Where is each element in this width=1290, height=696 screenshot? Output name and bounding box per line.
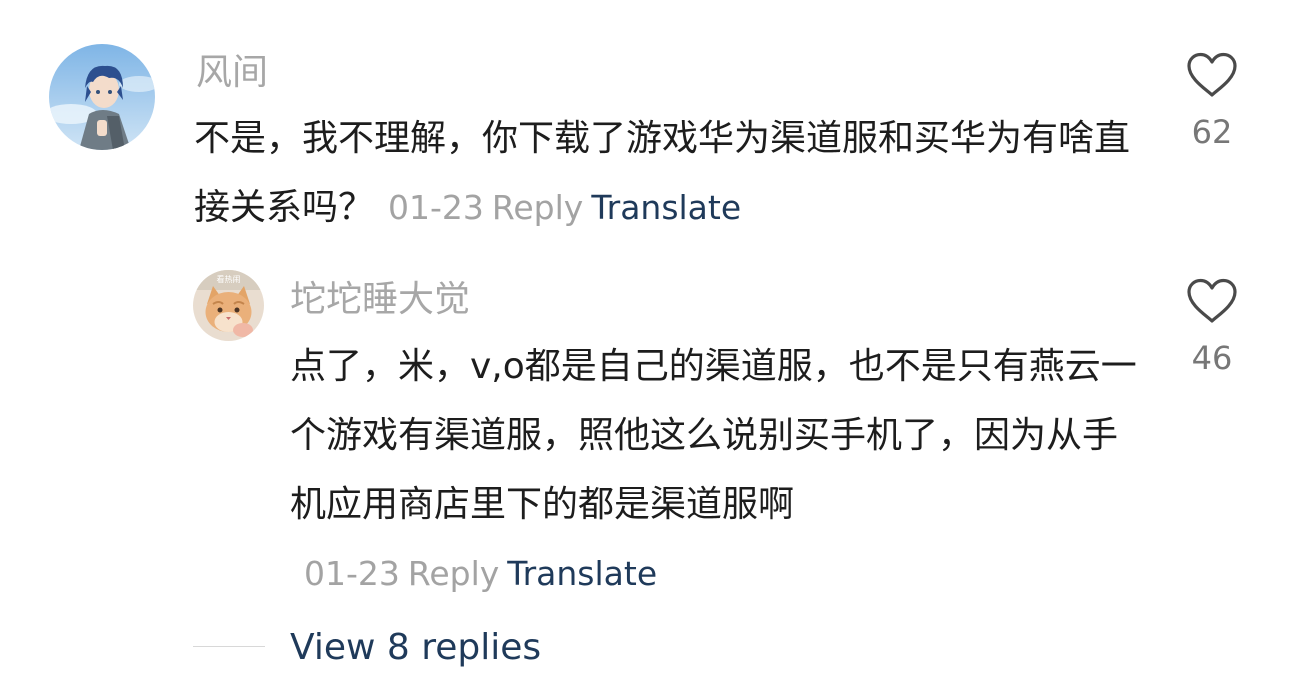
divider <box>193 646 265 647</box>
comment-body: 不是，我不理解，你下载了游戏华为渠道服和买华为有啥直接关系吗？ 01-23 Repl… <box>194 104 1134 242</box>
translate-button[interactable]: Translate <box>507 554 657 593</box>
translate-button[interactable]: Translate <box>591 188 741 227</box>
view-replies-button[interactable]: View 8 replies <box>290 626 541 670</box>
like-button[interactable]: 46 <box>1172 278 1252 376</box>
reply-button[interactable]: Reply <box>492 188 583 227</box>
comment-username[interactable]: 风间 <box>196 53 268 93</box>
cat-avatar-icon: 看热闹 <box>193 270 264 341</box>
anime-boy-avatar-icon <box>49 44 155 150</box>
reply-button[interactable]: Reply <box>408 554 499 593</box>
avatar[interactable]: 看热闹 <box>193 270 264 341</box>
comment-date: 01-23 <box>304 554 400 593</box>
heart-icon <box>1187 278 1237 323</box>
comment-text: 点了，米，v,o都是自己的渠道服，也不是只有燕云一个游戏有渠道服，照他这么说别买… <box>290 346 1137 525</box>
like-count: 46 <box>1191 339 1233 377</box>
comment-body: 点了，米，v,o都是自己的渠道服，也不是只有燕云一个游戏有渠道服，照他这么说别买… <box>290 332 1140 608</box>
comment-date: 01-23 <box>388 188 484 227</box>
comment-meta: 01-23 Reply Translate <box>374 188 741 227</box>
comment-username[interactable]: 坨坨睡大觉 <box>290 280 470 320</box>
heart-icon <box>1187 52 1237 97</box>
avatar[interactable] <box>49 44 155 150</box>
comment-meta: 01-23 Reply Translate <box>290 554 657 593</box>
avatar-caption: 看热闹 <box>217 274 241 284</box>
like-button[interactable]: 62 <box>1172 52 1252 150</box>
comment-thread: 风间 不是，我不理解，你下载了游戏华为渠道服和买华为有啥直接关系吗？ 01-23 R… <box>0 0 1290 696</box>
like-count: 62 <box>1191 113 1233 151</box>
